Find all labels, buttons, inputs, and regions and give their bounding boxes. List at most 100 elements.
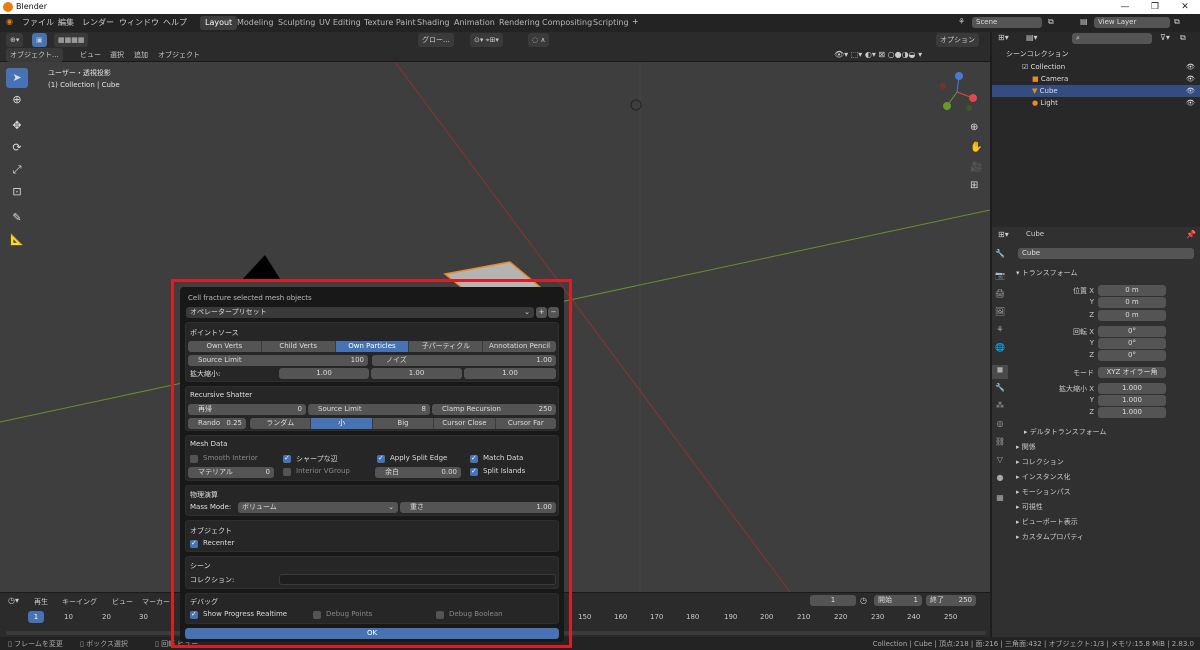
new-view-layer-icon[interactable]: ⧉ — [1174, 17, 1180, 27]
transform-section-header[interactable]: ▾ トランスフォーム — [1016, 268, 1077, 278]
mass-mode-dropdown[interactable]: ボリューム ⌄ — [238, 502, 398, 513]
render-tab-icon[interactable]: 📷 — [992, 271, 1008, 285]
pivot-snap-icons[interactable]: ⊙▾ ⌖⊞▾ — [470, 33, 503, 47]
motion-paths-section[interactable]: ▸ モーションパス — [1016, 487, 1071, 497]
recursion-source-limit-field[interactable]: Source Limit 8 — [308, 404, 430, 415]
playback-menu[interactable]: 再生 — [34, 597, 48, 607]
viewport-display-section[interactable]: ▸ ビューポート表示 — [1016, 517, 1078, 527]
scale-x-field[interactable]: 1.000 — [1098, 383, 1166, 394]
viewport-shading-icons[interactable]: 👁▾ ⬚▾ ◐▾ ⊠ ○●◑◒ ▾ — [834, 50, 922, 59]
remove-preset-button[interactable]: − — [548, 307, 559, 318]
display-mode-icon[interactable]: ▤▾ — [1026, 33, 1038, 42]
scale-z-field[interactable]: 1.000 — [1098, 407, 1166, 418]
keying-menu[interactable]: キーイング — [62, 597, 97, 607]
sharp-edges-checkbox[interactable] — [283, 455, 291, 463]
outliner-search-input[interactable]: ⌕ — [1072, 33, 1152, 44]
view-menu-timeline[interactable]: ビュー — [112, 597, 133, 607]
maximize-icon[interactable]: ❐ — [1140, 0, 1170, 14]
view-layer-tab-icon[interactable]: 🖼 — [992, 307, 1008, 321]
ok-button[interactable]: OK — [185, 628, 559, 639]
new-scene-icon[interactable]: ⧉ — [1048, 17, 1054, 27]
visibility-section[interactable]: ▸ 可視性 — [1016, 502, 1043, 512]
outliner-item-collection[interactable]: ☑ Collection 👁 — [992, 61, 1200, 73]
location-z-field[interactable]: 0 m — [1098, 310, 1166, 321]
scene-tab-icon[interactable]: ⚘ — [992, 325, 1008, 339]
new-collection-icon[interactable]: ⧉ — [1180, 33, 1186, 43]
select-mode-icon[interactable]: ▣ — [32, 33, 47, 47]
editor-type-button[interactable]: ⊕▾ — [6, 33, 24, 47]
current-frame-field[interactable]: 1 — [810, 595, 856, 606]
mode-cursor-far[interactable]: Cursor Far — [495, 418, 556, 429]
eye-icon[interactable]: 👁 — [1186, 97, 1195, 109]
show-progress-checkbox[interactable] — [190, 611, 198, 619]
outliner-editor-icon[interactable]: ⊞▾ — [998, 33, 1009, 42]
minimize-icon[interactable]: — — [1110, 0, 1140, 14]
scene-field[interactable]: Scene — [972, 17, 1042, 28]
recursion-field[interactable]: 再帰 0 — [188, 404, 306, 415]
zoom-icon[interactable]: ⊕ — [970, 122, 978, 133]
scene-icon[interactable]: ⚘ — [958, 17, 965, 26]
particles-tab-icon[interactable]: ⁂ — [992, 401, 1008, 415]
source-child-verts[interactable]: Child Verts — [261, 341, 336, 352]
location-x-field[interactable]: 0 m — [1098, 285, 1166, 296]
noise-field[interactable]: ノイズ 1.00 — [372, 355, 556, 366]
interior-vgroup-checkbox[interactable] — [283, 468, 291, 476]
clamp-recursion-field[interactable]: Clamp Recursion 250 — [432, 404, 556, 415]
data-tab-icon[interactable]: ▽ — [992, 455, 1008, 469]
source-own-particles[interactable]: Own Particles — [335, 341, 410, 352]
object-menu[interactable]: オブジェクト — [158, 50, 200, 60]
tab-animation[interactable]: Animation — [449, 16, 500, 30]
relations-section[interactable]: ▸ 関係 — [1016, 442, 1036, 452]
select-menu[interactable]: 選択 — [110, 50, 124, 60]
playhead-frame[interactable]: 1 — [28, 611, 44, 623]
tab-uv-editing[interactable]: UV Editing — [314, 16, 366, 30]
rotation-x-field[interactable]: 0° — [1098, 326, 1166, 337]
grid-view-icon[interactable]: ⊞ — [970, 180, 978, 191]
scale-x-field[interactable]: 1.00 — [279, 368, 369, 379]
rotation-mode-dropdown[interactable]: XYZ オイラー角 — [1098, 367, 1166, 378]
marker-menu[interactable]: マーカー — [142, 597, 170, 607]
transform-orientation-dropdown[interactable]: グロー... — [418, 33, 454, 47]
rotation-y-field[interactable]: 0° — [1098, 338, 1166, 349]
menu-help[interactable]: ヘルプ — [163, 17, 187, 28]
location-y-field[interactable]: 0 m — [1098, 297, 1166, 308]
outliner-item-camera[interactable]: ■ Camera 👁 — [992, 73, 1200, 85]
menu-render[interactable]: レンダー — [82, 17, 114, 28]
rotate-tool-icon[interactable]: ⟳ — [6, 138, 28, 158]
properties-editor-icon[interactable]: ⊞▾ — [998, 230, 1009, 239]
collections-section[interactable]: ▸ コレクション — [1016, 457, 1064, 467]
add-workspace-icon[interactable]: + — [632, 17, 639, 26]
menu-edit[interactable]: 編集 — [58, 17, 74, 28]
apply-split-edge-checkbox[interactable] — [377, 455, 385, 463]
custom-properties-section[interactable]: ▸ カスタムプロパティ — [1016, 532, 1084, 542]
eye-icon[interactable]: 👁 — [1186, 85, 1195, 97]
eye-icon[interactable]: 👁 — [1186, 61, 1195, 73]
proportional-edit-icon[interactable]: ◌ ∧ — [528, 33, 550, 47]
object-mode-dropdown[interactable]: オブジェクト... — [6, 48, 63, 62]
clock-icon[interactable]: ◷ — [860, 596, 867, 605]
start-frame-field[interactable]: 開始 1 — [874, 595, 922, 606]
modifier-tab-icon[interactable]: 🔧 — [992, 383, 1008, 397]
view-layer-icon[interactable]: ▤ — [1080, 17, 1088, 26]
source-annotation-pencil[interactable]: Annotation Pencil — [483, 341, 556, 352]
constraints-tab-icon[interactable]: ⛓ — [992, 437, 1008, 451]
blender-menu-icon[interactable]: ◉ — [6, 17, 13, 26]
source-child-particles[interactable]: 子パーティクル — [409, 341, 484, 352]
scale-y-field[interactable]: 1.00 — [371, 368, 462, 379]
menu-file[interactable]: ファイル — [22, 17, 54, 28]
select-tool-icon[interactable]: ➤ — [6, 68, 28, 88]
texture-tab-icon[interactable]: ▦ — [992, 493, 1008, 507]
scale-y-field[interactable]: 1.000 — [1098, 395, 1166, 406]
tool-tab-icon[interactable]: 🔧 — [992, 249, 1008, 263]
measure-tool-icon[interactable]: 📐 — [6, 230, 28, 250]
scale-z-field[interactable]: 1.00 — [464, 368, 556, 379]
pan-hand-icon[interactable]: ✋ — [970, 142, 982, 153]
transform-tool-icon[interactable]: ⊡ — [6, 182, 28, 202]
mode-cursor-close[interactable]: Cursor Close — [434, 418, 496, 429]
pin-icon[interactable]: 📌 — [1186, 230, 1196, 239]
physics-tab-icon[interactable]: ◎ — [992, 419, 1008, 433]
view-layer-field[interactable]: View Layer — [1094, 17, 1170, 28]
navigation-gizmo[interactable] — [935, 70, 980, 115]
menu-window[interactable]: ウィンドウ — [119, 17, 159, 28]
match-data-checkbox[interactable] — [470, 455, 478, 463]
